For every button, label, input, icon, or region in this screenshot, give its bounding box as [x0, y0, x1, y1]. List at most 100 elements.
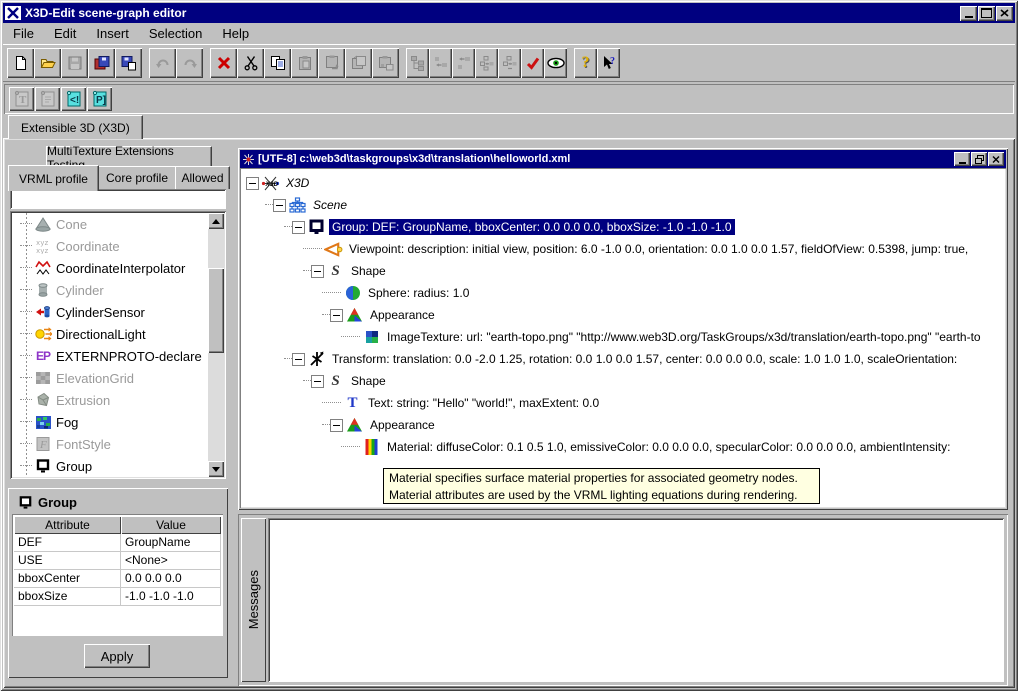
- tree-row-shape[interactable]: S Shape: [242, 260, 1004, 282]
- save-button[interactable]: [61, 48, 88, 78]
- open-file-button[interactable]: [34, 48, 61, 78]
- cylinder-sensor-icon: [34, 304, 52, 320]
- toolbar-separator: [203, 48, 210, 78]
- tree-row-group[interactable]: Group: DEF: GroupName, bboxCenter: 0.0 0…: [242, 216, 1004, 238]
- editor-close-button[interactable]: [988, 152, 1004, 166]
- collapse-toggle[interactable]: [311, 375, 324, 388]
- merge-node-button[interactable]: [475, 48, 498, 78]
- collapse-toggle[interactable]: [311, 265, 324, 278]
- redo-button[interactable]: [176, 48, 203, 78]
- app-window: X3D-Edit scene-graph editor File Edit In…: [0, 0, 1018, 691]
- table-row-bboxcenter[interactable]: bboxCenter 0.0 0.0 0.0: [14, 570, 221, 588]
- attribute-table: Attribute Value DEF GroupName USE <None>…: [12, 514, 223, 636]
- save-all-button[interactable]: [88, 48, 115, 78]
- list-item-externproto[interactable]: EP EXTERNPROTO-declare: [12, 345, 224, 367]
- tree-row-x3d[interactable]: X3D X3D: [242, 172, 1004, 194]
- tree-row-imagetexture[interactable]: ImageTexture: url: "earth-topo.png" "htt…: [242, 326, 1004, 348]
- list-item-cone[interactable]: Cone: [12, 213, 224, 235]
- tree-row-sphere[interactable]: Sphere: radius: 1.0: [242, 282, 1004, 304]
- merge-node-list-button[interactable]: [498, 48, 521, 78]
- list-item-directional-light[interactable]: DirectionalLight: [12, 323, 224, 345]
- tab-extensible-3d[interactable]: Extensible 3D (X3D): [8, 115, 143, 139]
- collapse-toggle[interactable]: [292, 353, 305, 366]
- save-copy-button[interactable]: [115, 48, 142, 78]
- list-item-coordinate[interactable]: xyzxyz Coordinate: [12, 235, 224, 257]
- list-item-extrusion[interactable]: Extrusion: [12, 389, 224, 411]
- extrusion-icon: [34, 392, 52, 408]
- menu-file[interactable]: File: [3, 24, 44, 43]
- list-item-fog[interactable]: Fog: [12, 411, 224, 433]
- tab-core-profile[interactable]: Core profile: [97, 166, 177, 189]
- collapse-toggle[interactable]: [273, 199, 286, 212]
- list-item-group[interactable]: Group: [12, 455, 224, 477]
- close-button[interactable]: [996, 6, 1013, 21]
- table-row-use[interactable]: USE <None>: [14, 552, 221, 570]
- comment-button[interactable]: <!: [61, 87, 86, 111]
- tree-row-shape2[interactable]: S Shape: [242, 370, 1004, 392]
- menu-edit[interactable]: Edit: [44, 24, 86, 43]
- tree-structure-button[interactable]: [406, 48, 429, 78]
- collapse-toggle[interactable]: [292, 221, 305, 234]
- paste-child-button[interactable]: [318, 48, 345, 78]
- cdata-section-button[interactable]: [35, 87, 60, 111]
- copy-button[interactable]: [264, 48, 291, 78]
- table-row-bboxsize[interactable]: bboxSize -1.0 -1.0 -1.0: [14, 588, 221, 606]
- column-attribute[interactable]: Attribute: [14, 516, 121, 534]
- undo-button[interactable]: [149, 48, 176, 78]
- preview-button[interactable]: [544, 48, 567, 78]
- scroll-thumb[interactable]: [208, 268, 224, 353]
- delete-button[interactable]: [210, 48, 237, 78]
- tree-row-transform[interactable]: Transform: translation: 0.0 -2.0 1.25, r…: [242, 348, 1004, 370]
- tree-row-text[interactable]: T Text: string: "Hello" "world!", maxExt…: [242, 392, 1004, 414]
- list-item-cylinder-sensor[interactable]: CylinderSensor: [12, 301, 224, 323]
- validate-button[interactable]: [521, 48, 544, 78]
- list-item-elevation-grid[interactable]: ElevationGrid: [12, 367, 224, 389]
- paste-copy-button[interactable]: [345, 48, 372, 78]
- tab-allowed[interactable]: Allowed: [175, 166, 230, 189]
- tree-row-appearance2[interactable]: Appearance: [242, 414, 1004, 436]
- node-filter-input[interactable]: [10, 189, 226, 209]
- menu-insert[interactable]: Insert: [86, 24, 139, 43]
- scene-icon: [288, 197, 307, 213]
- maximize-button[interactable]: [978, 6, 995, 21]
- apply-button[interactable]: Apply: [84, 644, 150, 668]
- move-node-left-button[interactable]: [429, 48, 452, 78]
- tree-row-material[interactable]: Material: diffuseColor: 0.1 0.5 1.0, emi…: [242, 436, 1004, 458]
- help-button[interactable]: ?: [574, 48, 597, 78]
- menu-help[interactable]: Help: [212, 24, 259, 43]
- messages-output[interactable]: [268, 518, 1004, 682]
- tab-vrml-profile[interactable]: VRML profile: [8, 165, 99, 191]
- list-item-cylinder[interactable]: Cylinder: [12, 279, 224, 301]
- processing-instruction-button[interactable]: P]: [87, 87, 112, 111]
- tree-row-scene[interactable]: Scene: [242, 194, 1004, 216]
- list-item-coordinate-interpolator[interactable]: CoordinateInterpolator: [12, 257, 224, 279]
- editor-restore-button[interactable]: [971, 152, 987, 166]
- tree-row-viewpoint[interactable]: Viewpoint: description: initial view, po…: [242, 238, 1004, 260]
- collapse-toggle[interactable]: [330, 309, 343, 322]
- menu-selection[interactable]: Selection: [139, 24, 212, 43]
- cut-button[interactable]: [237, 48, 264, 78]
- context-help-button[interactable]: ?: [597, 48, 620, 78]
- node-list-scrollbar[interactable]: [208, 213, 224, 477]
- paste-special-button[interactable]: [372, 48, 399, 78]
- svg-text:F: F: [39, 439, 47, 451]
- paste-button[interactable]: [291, 48, 318, 78]
- selected-node-label[interactable]: Group: DEF: GroupName, bboxCenter: 0.0 0…: [329, 219, 735, 235]
- promote-node-button[interactable]: [452, 48, 475, 78]
- column-value[interactable]: Value: [121, 516, 221, 534]
- minimize-button[interactable]: [960, 6, 977, 21]
- elevation-grid-icon: [34, 370, 52, 386]
- attribute-panel-header: Group: [16, 494, 77, 510]
- tree-row-appearance[interactable]: Appearance: [242, 304, 1004, 326]
- tooltip-line-2: Material attributes are used by the VRML…: [389, 487, 814, 504]
- new-document-button[interactable]: [7, 48, 34, 78]
- collapse-toggle[interactable]: [246, 177, 259, 190]
- scroll-up-button[interactable]: [208, 213, 224, 229]
- tab-messages[interactable]: Messages: [241, 518, 266, 682]
- table-row-def[interactable]: DEF GroupName: [14, 534, 221, 552]
- collapse-toggle[interactable]: [330, 419, 343, 432]
- editor-minimize-button[interactable]: [954, 152, 970, 166]
- scroll-down-button[interactable]: [208, 461, 224, 477]
- text-node-button[interactable]: T: [9, 87, 34, 111]
- list-item-fontstyle[interactable]: F FontStyle: [12, 433, 224, 455]
